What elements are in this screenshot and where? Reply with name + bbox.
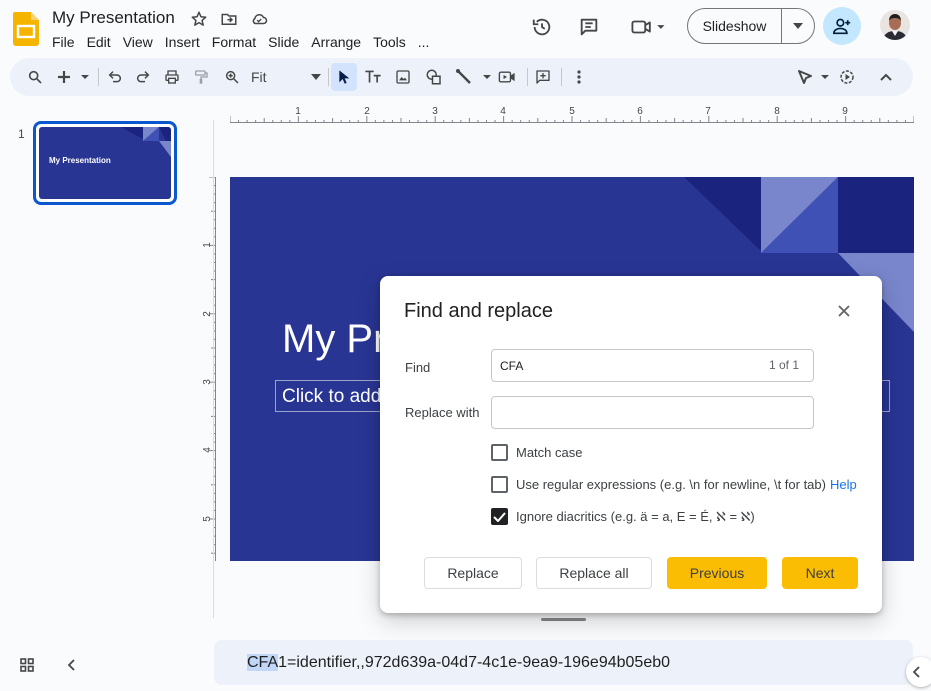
diacritics-option[interactable]: Ignore diacritics (e.g. ä = a, E = É, ℵ …: [491, 508, 755, 525]
regex-option[interactable]: Use regular expressions (e.g. \n for new…: [491, 476, 857, 493]
find-input[interactable]: 1 of 1: [491, 349, 814, 382]
diacritics-checkbox[interactable]: [491, 508, 508, 525]
menu-file[interactable]: File: [46, 33, 81, 51]
menu-format[interactable]: Format: [206, 33, 262, 51]
comments-icon[interactable]: [572, 10, 606, 44]
slide-number: 1: [18, 127, 25, 141]
search-highlight: CFA: [247, 654, 279, 671]
add-icon[interactable]: [54, 65, 94, 89]
menu-tools[interactable]: Tools: [367, 33, 412, 51]
zoom-select[interactable]: Fit: [251, 65, 321, 89]
thumbnail-title: My Presentation: [49, 156, 111, 165]
ruler-label: 7: [705, 106, 711, 117]
print-icon[interactable]: [161, 65, 183, 89]
help-link[interactable]: Help: [830, 477, 857, 492]
select-icon[interactable]: [331, 63, 357, 91]
notes-resize-handle[interactable]: [541, 618, 586, 621]
ruler-label: 2: [364, 106, 370, 117]
line-icon[interactable]: [454, 65, 494, 89]
slideshow-button[interactable]: Slideshow: [687, 8, 815, 44]
slideshow-label[interactable]: Slideshow: [688, 9, 782, 43]
ruler-label: 1: [295, 106, 301, 117]
side-panel-toggle[interactable]: [906, 657, 931, 687]
slideshow-dropdown-icon[interactable]: [782, 9, 814, 43]
replace-input[interactable]: [491, 396, 814, 429]
ruler-label: 5: [202, 516, 213, 522]
ruler-label: 6: [637, 106, 643, 117]
menu-more[interactable]: ...: [412, 33, 436, 51]
regex-checkbox[interactable]: [491, 476, 508, 493]
image-icon[interactable]: [392, 65, 414, 89]
slides-logo-icon[interactable]: [13, 12, 39, 46]
share-button[interactable]: [823, 7, 861, 45]
menu-slide[interactable]: Slide: [262, 33, 305, 51]
redo-icon[interactable]: [132, 65, 154, 89]
version-history-icon[interactable]: [525, 10, 559, 44]
undo-icon[interactable]: [104, 65, 126, 89]
ruler-label: 5: [569, 106, 575, 117]
ruler-label: 1: [202, 242, 213, 248]
motion-icon[interactable]: [836, 65, 858, 89]
match-count: 1 of 1: [768, 358, 799, 372]
match-case-option[interactable]: Match case: [491, 444, 582, 461]
find-field[interactable]: [500, 357, 740, 375]
menu-view[interactable]: View: [117, 33, 159, 51]
grid-view-icon[interactable]: [20, 658, 34, 672]
star-icon[interactable]: [189, 9, 209, 29]
ruler-label: 4: [202, 447, 213, 453]
pointer-icon[interactable]: [796, 65, 832, 89]
checkmark-icon: [493, 511, 506, 522]
toolbar: Fit: [10, 58, 913, 96]
zoom-value: Fit: [251, 69, 267, 85]
paint-format-icon[interactable]: [190, 65, 212, 89]
ruler-label: 3: [202, 379, 213, 385]
find-label: Find: [405, 360, 431, 375]
shape-icon[interactable]: [423, 65, 445, 89]
notes-text[interactable]: CFA1=identifier,,972d639a-04d7-4c1e-9ea9…: [247, 654, 670, 672]
more-icon[interactable]: [568, 65, 590, 89]
ruler-label: 3: [432, 106, 438, 117]
replace-button[interactable]: Replace: [424, 557, 522, 589]
zoom-dropdown-icon: [311, 74, 321, 80]
next-button[interactable]: Next: [782, 557, 858, 589]
chevron-left-icon: [913, 666, 920, 678]
move-folder-icon[interactable]: [219, 9, 239, 29]
horizontal-ruler[interactable]: 1 2 3 4 5 6 7 8 9: [230, 103, 914, 123]
slide-thumbnail[interactable]: My Presentation: [33, 121, 177, 205]
ruler-label: 2: [202, 311, 213, 317]
match-case-label: Match case: [516, 445, 583, 460]
menu-edit[interactable]: Edit: [81, 33, 117, 51]
ruler-label: 8: [774, 106, 780, 117]
match-case-checkbox[interactable]: [491, 444, 508, 461]
notes-content: 1=identifier,,972d639a-04d7-4c1e-9ea9-19…: [278, 654, 671, 671]
replace-field[interactable]: [500, 404, 740, 422]
speaker-notes[interactable]: CFA1=identifier,,972d639a-04d7-4c1e-9ea9…: [214, 640, 913, 685]
menu-arrange[interactable]: Arrange: [305, 33, 367, 51]
comment-icon[interactable]: [532, 65, 554, 89]
find-replace-dialog: Find and replace Find 1 of 1 Replace wit…: [380, 276, 882, 613]
menu-insert[interactable]: Insert: [159, 33, 206, 51]
menu-bar: File Edit View Insert Format Slide Arran…: [46, 33, 435, 51]
collapse-toolbar-icon[interactable]: [875, 65, 897, 89]
close-icon[interactable]: [832, 299, 856, 323]
video-icon[interactable]: [496, 65, 518, 89]
document-title[interactable]: My Presentation: [52, 8, 175, 28]
ruler-label: 4: [500, 106, 506, 117]
replace-all-button[interactable]: Replace all: [536, 557, 652, 589]
diacritics-label: Ignore diacritics (e.g. ä = a, E = É, ℵ …: [516, 508, 755, 524]
textbox-icon[interactable]: [362, 65, 384, 89]
avatar[interactable]: [880, 10, 910, 40]
ruler-label: 9: [842, 106, 848, 117]
zoom-icon[interactable]: [221, 65, 243, 89]
regex-label: Use regular expressions (e.g. \n for new…: [516, 477, 826, 492]
meet-icon[interactable]: [625, 10, 671, 44]
replace-label: Replace with: [405, 405, 480, 420]
search-icon[interactable]: [24, 65, 46, 89]
previous-button[interactable]: Previous: [667, 557, 767, 589]
dialog-title: Find and replace: [404, 300, 553, 322]
filmstrip-divider[interactable]: [213, 120, 214, 618]
chevron-left-icon[interactable]: [66, 658, 78, 672]
cloud-status-icon[interactable]: [249, 9, 269, 29]
